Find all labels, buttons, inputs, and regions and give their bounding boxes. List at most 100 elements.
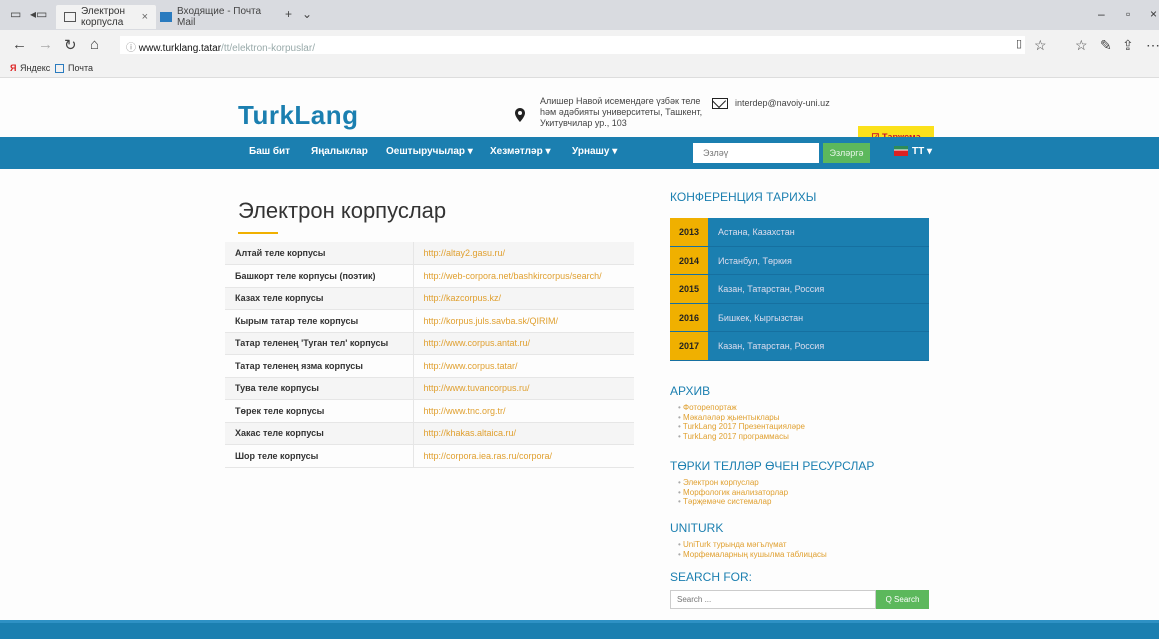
history-place: Казан, Татарстан, Россия <box>718 341 825 352</box>
location-pin-icon <box>515 108 525 122</box>
home-icon[interactable]: ⌂ <box>90 36 99 53</box>
nav-organizers[interactable]: Оештыручылар ▾ <box>386 146 473 157</box>
tab-manager-icon[interactable]: ▭ <box>10 7 21 21</box>
new-tab-icon[interactable]: + <box>285 7 292 21</box>
corpus-name: Алтай теле корпусы <box>225 242 414 265</box>
archive-link[interactable]: TurkLang 2017 Презентацияләре <box>678 422 805 432</box>
uniturk-link[interactable]: Морфемаларның кушылма таблицасы <box>678 550 827 560</box>
corpus-link[interactable]: http://www.tnc.org.tr/ <box>413 399 634 423</box>
table-row: Татар теленең язма корпусы http://www.cor… <box>225 354 634 378</box>
contact-email[interactable]: interdep@navoiy-uni.uz <box>735 98 830 108</box>
history-heading: КОНФЕРЕНЦИЯ ТАРИХЫ <box>670 190 817 204</box>
history-item[interactable]: 2014 Истанбул, Төркия <box>670 246 929 276</box>
corpora-table: Алтай теле корпусы http://altay2.gasu.ru/… <box>225 242 634 468</box>
corpus-link[interactable]: http://corpora.iea.ras.ru/corpora/ <box>413 444 634 468</box>
corpus-name: Хакас теле корпусы <box>225 422 414 445</box>
resource-link[interactable]: Морфологик анализаторлар <box>678 488 788 498</box>
language-selector[interactable]: TT ▾ <box>894 146 932 157</box>
corpus-link[interactable]: http://altay2.gasu.ru/ <box>413 242 634 265</box>
nav-search-button[interactable]: Эзләргә <box>823 143 870 163</box>
uniturk-link[interactable]: UniTurk турында мәгълүмат <box>678 540 827 550</box>
corpus-name: Татар теленең 'Туган тел' корпусы <box>225 332 414 355</box>
corpus-link[interactable]: http://web-corpora.net/bashkircorpus/sea… <box>413 264 634 288</box>
corpus-link[interactable]: http://khakas.altaica.ru/ <box>413 422 634 445</box>
nav-works[interactable]: Хезмәтләр ▾ <box>490 146 551 157</box>
bookmark-mail[interactable]: Почта <box>68 63 93 73</box>
resource-link[interactable]: Тәрҗемәче системалар <box>678 497 788 507</box>
history-item[interactable]: 2015 Казан, Татарстан, Россия <box>670 275 929 304</box>
corpus-link[interactable]: http://www.corpus.antat.ru/ <box>413 332 634 355</box>
close-window-icon[interactable]: × <box>1150 7 1157 21</box>
site-logo[interactable]: TurkLang <box>238 100 359 131</box>
corpus-link[interactable]: http://kazcorpus.kz/ <box>413 287 634 310</box>
archive-link[interactable]: Фоторепортаж <box>678 403 805 413</box>
maximize-icon[interactable]: ▫ <box>1126 7 1130 21</box>
favorite-star-icon[interactable]: ☆ <box>1034 37 1047 54</box>
corpus-name: Башкорт теле корпусы (поэтик) <box>225 264 414 288</box>
table-row: Тува теле корпусы http://www.tuvancorpus.… <box>225 377 634 400</box>
main-navbar: Баш бит Яңалыклар Оештыручылар ▾ Хезмәтл… <box>0 137 1159 169</box>
history-item[interactable]: 2017 Казан, Татарстан, Россия <box>670 332 929 361</box>
history-year: 2014 <box>670 246 708 275</box>
nav-location[interactable]: Урнашу ▾ <box>572 146 617 157</box>
history-item[interactable]: 2013 Астана, Казахстан <box>670 218 929 247</box>
nav-search-input[interactable] <box>693 143 819 163</box>
corpus-name: Казах теле корпусы <box>225 287 414 310</box>
uniturk-list: UniTurk турында мәгълүматМорфемаларның к… <box>678 540 827 559</box>
table-row: Татар теленең 'Туган тел' корпусы http://… <box>225 332 634 355</box>
corpus-name: Татар теленең язма корпусы <box>225 354 414 378</box>
back-icon[interactable]: ← <box>12 36 27 53</box>
corpus-name: Кырым татар теле корпусы <box>225 309 414 333</box>
history-year: 2016 <box>670 303 708 332</box>
address-toolbar: ← → ↻ ⌂ ⓘ www.turklang.tatar/tt/elektron… <box>0 30 1159 60</box>
bookmark-yandex[interactable]: Яндекс <box>20 63 50 73</box>
corpus-link[interactable]: http://www.tuvancorpus.ru/ <box>413 377 634 400</box>
table-row: Шор теле корпусы http://corpora.iea.ras.r… <box>225 444 634 468</box>
close-icon[interactable]: × <box>142 11 148 23</box>
archive-heading: АРХИВ <box>670 384 711 398</box>
more-icon[interactable]: ⋯ <box>1146 37 1159 54</box>
back-tabs-icon[interactable]: ◂▭ <box>30 7 47 21</box>
table-row: Кырым татар теле корпусы http://korpus.ju… <box>225 309 634 333</box>
yandex-icon: Я <box>10 63 17 73</box>
archive-link[interactable]: TurkLang 2017 программасы <box>678 432 805 442</box>
tab-electronic-corpora[interactable]: Электрон корпусла × <box>56 5 156 29</box>
conference-history: 2013 Астана, Казахстан 2014 Истанбул, Төрки… <box>670 218 929 361</box>
minimize-icon[interactable]: – <box>1098 7 1105 21</box>
nav-home[interactable]: Баш бит <box>249 146 290 157</box>
title-underline <box>238 232 278 234</box>
share-icon[interactable]: ⇪ <box>1122 37 1134 54</box>
table-row: Алтай теле корпусы http://altay2.gasu.ru/ <box>225 242 634 265</box>
mail-icon <box>160 12 172 22</box>
sidebar-search-input[interactable] <box>670 590 876 609</box>
tab-label: Электрон корпусла <box>81 6 125 28</box>
chevron-down-icon[interactable]: ⌄ <box>302 7 312 21</box>
corpus-name: Тува теле корпусы <box>225 377 414 400</box>
resource-link[interactable]: Электрон корпуслар <box>678 478 788 488</box>
url-path: /tt/elektron-korpuslar/ <box>221 43 315 54</box>
archive-link[interactable]: Мәкаләләр җыентыклары <box>678 413 805 423</box>
favorites-list-icon[interactable]: ☆ <box>1075 37 1088 54</box>
tatar-flag-icon <box>894 146 908 157</box>
reading-view-icon[interactable]: ▯ <box>1016 37 1022 50</box>
pen-icon[interactable]: ✎ <box>1100 37 1112 54</box>
history-year: 2017 <box>670 332 708 360</box>
corpus-link[interactable]: http://www.corpus.tatar/ <box>413 354 634 378</box>
site-footer <box>0 620 1159 639</box>
envelope-icon <box>712 98 728 109</box>
bookmarks-bar: Я Яндекс Почта <box>0 60 1159 78</box>
forward-icon[interactable]: → <box>38 36 53 53</box>
refresh-icon[interactable]: ↻ <box>64 36 77 54</box>
info-icon: ⓘ <box>126 43 139 54</box>
tab-mail-inbox[interactable]: Входящие - Почта Mail <box>152 5 272 29</box>
sidebar-search-button[interactable]: Q Search <box>876 590 929 609</box>
history-year: 2013 <box>670 218 708 246</box>
nav-news[interactable]: Яңалыклар <box>311 146 368 157</box>
history-place: Истанбул, Төркия <box>718 255 792 266</box>
browser-tab-bar: ▭ ◂▭ Электрон корпусла × Входящие - Почт… <box>0 0 1159 30</box>
table-row: Хакас теле корпусы http://khakas.altaica.… <box>225 422 634 445</box>
corpus-link[interactable]: http://korpus.juls.savba.sk/QIRIM/ <box>413 309 634 333</box>
url-host: www.turklang.tatar <box>138 43 222 54</box>
history-item[interactable]: 2016 Бишкек, Кыргызстан <box>670 303 929 333</box>
url-field[interactable]: ⓘ www.turklang.tatar/tt/elektron-korpusl… <box>120 36 1025 54</box>
